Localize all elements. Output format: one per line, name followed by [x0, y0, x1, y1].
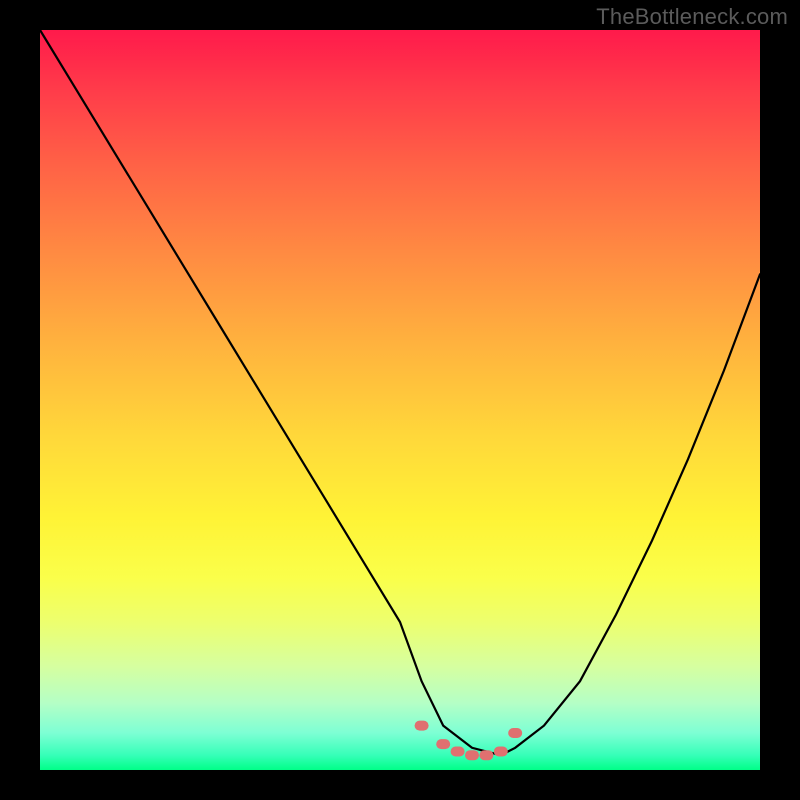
bottleneck-curve	[40, 30, 760, 755]
plot-area	[40, 30, 760, 770]
optimal-marker	[436, 739, 450, 749]
optimal-markers	[415, 721, 523, 761]
curve-layer	[40, 30, 760, 770]
optimal-marker	[479, 750, 493, 760]
optimal-marker	[451, 747, 465, 757]
optimal-marker	[508, 728, 522, 738]
chart-frame: TheBottleneck.com	[0, 0, 800, 800]
optimal-marker	[465, 750, 479, 760]
watermark-text: TheBottleneck.com	[596, 4, 788, 30]
optimal-marker	[415, 721, 429, 731]
optimal-marker	[494, 747, 508, 757]
